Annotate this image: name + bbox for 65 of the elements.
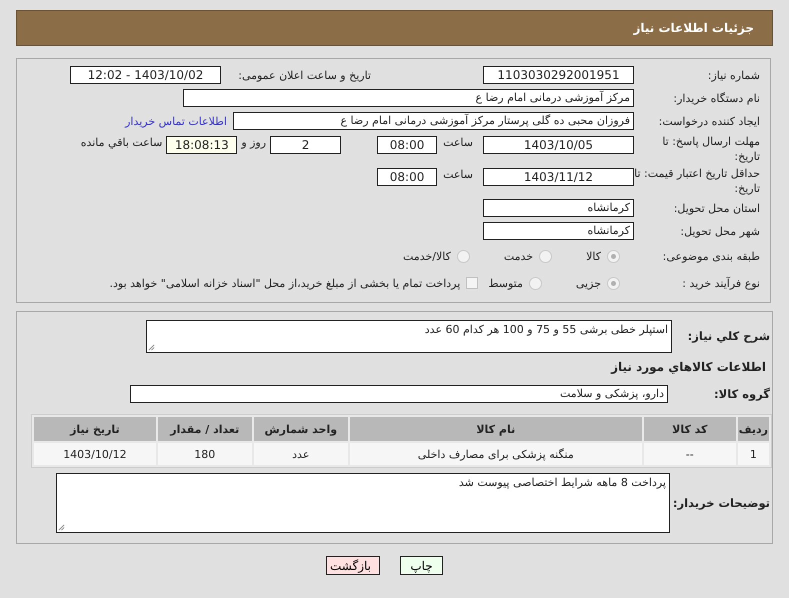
section-heading: اطلاعات کالاهاي مورد نياز (610, 360, 767, 374)
table-cell: 1403/10/12 (34, 443, 156, 465)
table-cell: 180 (158, 443, 252, 465)
field-label: نام دستگاه خریدار: (672, 92, 761, 104)
column-header: تعداد / مقدار (158, 417, 252, 441)
text-field[interactable]: فروزان محبی ده گلی پرستار مرکز آموزشی درمانی امام رضا ع (233, 112, 634, 130)
text-field[interactable]: 1403/11/12 (483, 168, 634, 186)
text-field[interactable]: دارو، پزشکی و سلامت (130, 385, 668, 403)
column-header: کد کالا (644, 417, 736, 441)
print-button[interactable]: چاپ (400, 556, 443, 575)
field-label: مهلت ارسال پاسخ: تا تاریخ: (661, 134, 761, 164)
text-area[interactable]: پرداخت 8 ماهه شرایط اختصاصی پیوست شد (56, 473, 670, 533)
field-label: روز و (241, 136, 266, 149)
field-label: ساعت (443, 168, 473, 181)
field-label: استان محل تحویل: (672, 202, 761, 214)
area-text: استپلر خطی برشی 55 و 75 و 100 هر کدام 60 عدد (424, 322, 668, 336)
radio-button[interactable] (607, 276, 620, 290)
field-label: شهر محل تحویل: (679, 224, 761, 238)
contact-link[interactable]: اطلاعات تماس خریدار (125, 114, 227, 128)
table-cell: عدد (254, 443, 348, 465)
radio-button[interactable] (456, 250, 470, 262)
option-label: کالا (586, 250, 601, 262)
field-label: گروه کالا: (713, 386, 771, 402)
resize-grip-icon[interactable] (58, 524, 65, 531)
text-field[interactable]: کرمانشاه (483, 222, 634, 240)
option-label: کالا/خدمت (403, 250, 451, 262)
page-header: جزئیات اطلاعات نیاز (16, 10, 773, 46)
resize-grip-icon[interactable] (148, 344, 155, 350)
area-text: پرداخت 8 ماهه شرایط اختصاصی پیوست شد (458, 476, 666, 489)
column-header: تاریخ نیاز (34, 417, 156, 441)
field-label: ساعت باقي مانده (80, 136, 162, 149)
text-field[interactable]: 1403/10/02 - 12:02 (70, 66, 221, 84)
text-field[interactable]: 1103030292001951 (483, 66, 634, 84)
checkbox[interactable] (466, 277, 478, 289)
field-label: توضیحات خریدار: (672, 495, 771, 511)
option-label: خدمت (504, 250, 534, 262)
checkbox-label: پرداخت تمام یا بخشی از مبلغ خرید،از محل "اسناد خزانه اسلامی" خواهد بود. (110, 276, 460, 290)
table-cell: -- (644, 443, 736, 465)
text-field[interactable]: 18:08:13 (166, 136, 238, 154)
field-label: حداقل تاریخ اعتبار قیمت: تا تاریخ: (634, 166, 761, 196)
text-area[interactable]: استپلر خطی برشی 55 و 75 و 100 هر کدام 60 عدد (146, 320, 672, 352)
field-label: نوع فرآیند خرید : (681, 276, 761, 290)
text-field[interactable]: کرمانشاه (483, 199, 634, 217)
text-field[interactable]: 2 (270, 136, 342, 154)
field-label: شرح کلي نياز: (686, 328, 771, 344)
table-cell: منگنه پزشکی برای مصارف داخلی (350, 443, 642, 465)
field-label: شماره نیاز: (706, 68, 761, 82)
text-field[interactable]: 08:00 (377, 168, 438, 186)
text-field[interactable]: 1403/10/05 (483, 136, 634, 154)
radio-button[interactable] (607, 250, 620, 262)
column-header: رديف (738, 417, 769, 441)
radio-button[interactable] (528, 276, 542, 290)
option-label: جزیی (576, 276, 601, 290)
column-header: نام کالا (350, 417, 642, 441)
field-label: ساعت (443, 136, 473, 149)
field-label: ایجاد کننده درخواست: (658, 114, 761, 128)
back-button[interactable]: بازگشت (326, 556, 380, 575)
column-header: واحد شمارش (254, 417, 348, 441)
option-label: متوسط (488, 276, 523, 290)
table-cell: 1 (738, 443, 769, 465)
field-label: طبقه بندی موضوعی: (662, 250, 761, 262)
radio-button[interactable] (539, 250, 552, 262)
field-label: تاریخ و ساعت اعلان عمومی: (237, 68, 372, 82)
text-field[interactable]: 08:00 (377, 136, 438, 154)
text-field[interactable]: مرکز آموزشی درمانی امام رضا ع (183, 89, 634, 107)
